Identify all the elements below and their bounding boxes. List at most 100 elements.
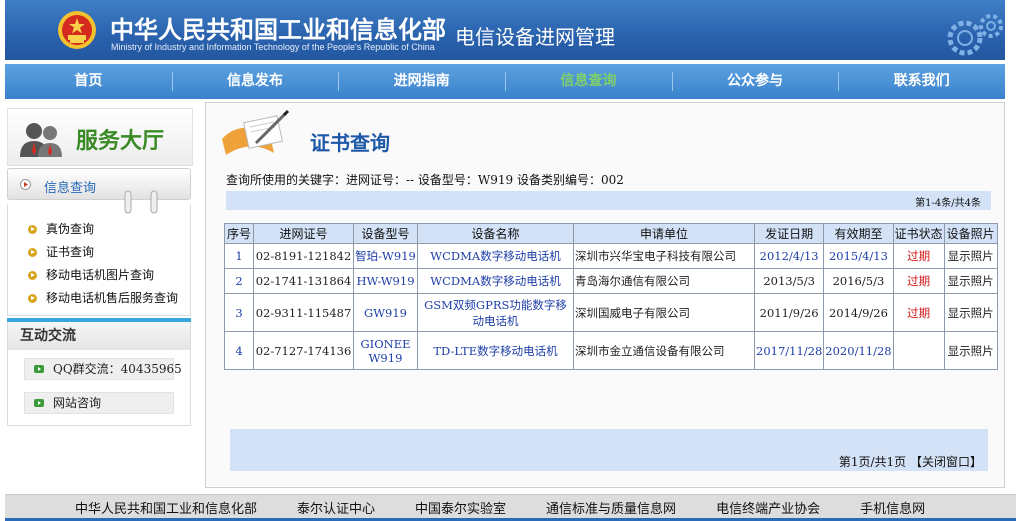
cell-cert-no: 02-9311-115487 (253, 293, 354, 332)
main-nav: 首页 信息发布 进网指南 信息查询 公众参与 联系我们 (5, 64, 1005, 99)
cell-show-photo[interactable]: 显示照片 (943, 293, 998, 332)
circle-arrow-icon (20, 179, 31, 190)
cell-show-photo[interactable]: 显示照片 (943, 243, 998, 269)
pagination-info[interactable]: 第1页/共1页 【关闭窗口】 (839, 453, 982, 470)
qq-group-label: QQ群交流：40435965 (53, 362, 182, 376)
cell-model[interactable]: GIONEE W919 (353, 331, 418, 370)
cell-model[interactable]: 智珀-W919 (353, 243, 418, 269)
cell-device-name[interactable]: WCDMA数字移动电话机 (417, 243, 574, 269)
cell-seq: 2 (224, 268, 254, 294)
column-header: 发证日期 (753, 223, 825, 244)
sidebar-tab-label: 信息查询 (44, 181, 97, 196)
column-header: 序号 (224, 223, 254, 244)
cell-issue-date: 2012/4/13 (753, 243, 825, 269)
footer-link-list: 中华人民共和国工业和信息化部 泰尔认证中心 中国泰尔实验室 通信标准与质量信息网… (5, 495, 1016, 520)
column-header: 申请单位 (573, 223, 755, 244)
sidebar-item-authenticity-query[interactable]: 真伪查询 (8, 218, 190, 241)
cell-cert-no: 02-1741-131864 (253, 268, 354, 294)
cell-cert-no: 02-7127-174136 (253, 331, 354, 370)
sidebar-link-list: 真伪查询 证书查询 移动电话机图片查询 移动电话机售后服务查询 (7, 204, 191, 316)
cell-issue-date: 2011/9/26 (753, 293, 825, 332)
cell-applicant: 深圳市金立通信设备有限公司 (573, 331, 755, 370)
service-hall-title: 服务大厅 (76, 129, 165, 154)
cell-cert-no: 02-8191-121842 (253, 243, 354, 269)
nav-info-release[interactable]: 信息发布 (171, 64, 339, 99)
main-panel: 证书查询 查询所使用的关键字：进网证号：-- 设备型号：W919 设备类别编号：… (205, 102, 1005, 488)
certificate-table: 序号 进网证号 设备型号 设备名称 申请单位 发证日期 有效期至 证书状态 设备… (224, 223, 998, 370)
cell-seq: 4 (224, 331, 254, 370)
footer-link-mobile-info[interactable]: 手机信息网 (860, 498, 925, 517)
sidebar-item-after-sales-query[interactable]: 移动电话机售后服务查询 (8, 287, 190, 310)
sidebar: 服务大厅 信息查询 真伪查询 证书查询 移动电话机图片查询 移动电话机售后服务查… (5, 104, 195, 426)
qq-group-link[interactable]: QQ群交流：40435965 (24, 358, 182, 380)
cell-model[interactable]: GW919 (353, 293, 418, 332)
sidebar-item-label: 真伪查询 (46, 222, 95, 236)
site-header: 中华人民共和国工业和信息化部 Ministry of Industry and … (5, 0, 1005, 60)
cell-applicant: 深圳国威电子有限公司 (573, 293, 755, 332)
result-count: 第1-4条/共4条 (915, 198, 981, 209)
pagination-bar: 第1页/共1页 【关闭窗口】 (230, 429, 988, 471)
column-header: 设备名称 (417, 223, 574, 244)
table-row: 4 02-7127-174136 GIONEE W919 TD-LTE数字移动电… (224, 331, 998, 370)
cell-valid-until: 2020/11/28 (823, 331, 894, 370)
website-consult-label: 网站咨询 (53, 396, 102, 410)
nav-contact-us[interactable]: 联系我们 (838, 64, 1005, 99)
ministry-name-cn: 中华人民共和国工业和信息化部 (110, 16, 446, 44)
nav-info-query[interactable]: 信息查询 (505, 64, 672, 99)
cell-valid-until: 2014/9/26 (823, 293, 894, 332)
column-header: 证书状态 (892, 223, 945, 244)
arrow-bullet-icon (28, 225, 37, 234)
sidebar-item-phone-image-query[interactable]: 移动电话机图片查询 (8, 264, 190, 287)
cell-show-photo[interactable]: 显示照片 (943, 268, 998, 294)
arrow-bullet-icon (28, 294, 37, 303)
column-header: 进网证号 (253, 223, 354, 244)
footer-link-telecom-cert[interactable]: 泰尔认证中心 (297, 498, 375, 517)
cell-applicant: 深圳市兴华宝电子科技有限公司 (573, 243, 755, 269)
cell-valid-until: 2015/4/13 (823, 243, 894, 269)
table-header-row: 序号 进网证号 设备型号 设备名称 申请单位 发证日期 有效期至 证书状态 设备… (224, 223, 998, 244)
certificate-pen-icon (222, 109, 290, 155)
interaction-panel: 互动交流 QQ群交流：40435965 网站咨询 (7, 322, 191, 426)
cell-seq: 1 (224, 243, 254, 269)
footer-link-standards-net[interactable]: 通信标准与质量信息网 (546, 498, 676, 517)
cell-applicant: 青岛海尔通信有限公司 (573, 268, 755, 294)
column-header: 设备型号 (353, 223, 418, 244)
sidebar-item-certificate-query[interactable]: 证书查询 (8, 241, 190, 264)
cell-show-photo[interactable]: 显示照片 (943, 331, 998, 370)
cell-seq: 3 (224, 293, 254, 332)
nav-access-guide[interactable]: 进网指南 (338, 64, 505, 99)
arrow-bullet-icon (28, 271, 37, 280)
cell-issue-date: 2013/5/3 (753, 268, 825, 294)
sidebar-item-label: 移动电话机图片查询 (46, 268, 155, 282)
service-hall-header: 服务大厅 (7, 108, 193, 166)
arrow-bullet-icon (34, 365, 44, 373)
cell-status: 过期 (892, 293, 945, 332)
cell-status: 过期 (892, 268, 945, 294)
cell-valid-until: 2016/5/3 (823, 268, 894, 294)
table-row: 1 02-8191-121842 智珀-W919 WCDMA数字移动电话机 深圳… (224, 243, 998, 269)
cell-device-name[interactable]: WCDMA数字移动电话机 (417, 268, 574, 294)
footer-link-terminal-assoc[interactable]: 电信终端产业协会 (716, 498, 820, 517)
table-row: 3 02-9311-115487 GW919 GSM双频GPRS功能数字移动电话… (224, 293, 998, 332)
cell-model[interactable]: HW-W919 (353, 268, 418, 294)
cell-device-name[interactable]: GSM双频GPRS功能数字移动电话机 (417, 293, 574, 332)
gears-icon (947, 14, 1003, 56)
people-icon (20, 123, 62, 157)
cell-issue-date: 2017/11/28 (753, 331, 825, 370)
cell-device-name[interactable]: TD-LTE数字移动电话机 (417, 331, 574, 370)
column-header: 有效期至 (823, 223, 894, 244)
nav-public-participation[interactable]: 公众参与 (671, 64, 839, 99)
footer-link-miit[interactable]: 中华人民共和国工业和信息化部 (75, 498, 257, 517)
query-keywords: 查询所使用的关键字：进网证号：-- 设备型号：W919 设备类别编号：002 (226, 173, 624, 187)
website-consult-link[interactable]: 网站咨询 (24, 392, 174, 414)
sidebar-item-label: 证书查询 (46, 245, 95, 259)
nav-home[interactable]: 首页 (5, 64, 172, 99)
arrow-bullet-icon (34, 399, 44, 407)
column-header: 设备照片 (943, 223, 998, 244)
sidebar-item-label: 移动电话机售后服务查询 (46, 291, 179, 305)
table-row: 2 02-1741-131864 HW-W919 WCDMA数字移动电话机 青岛… (224, 268, 998, 294)
footer-link-telecom-lab[interactable]: 中国泰尔实验室 (415, 498, 506, 517)
cell-status (892, 331, 945, 370)
result-count-bar: 第1-4条/共4条 (226, 191, 991, 210)
national-emblem-icon (58, 11, 96, 49)
